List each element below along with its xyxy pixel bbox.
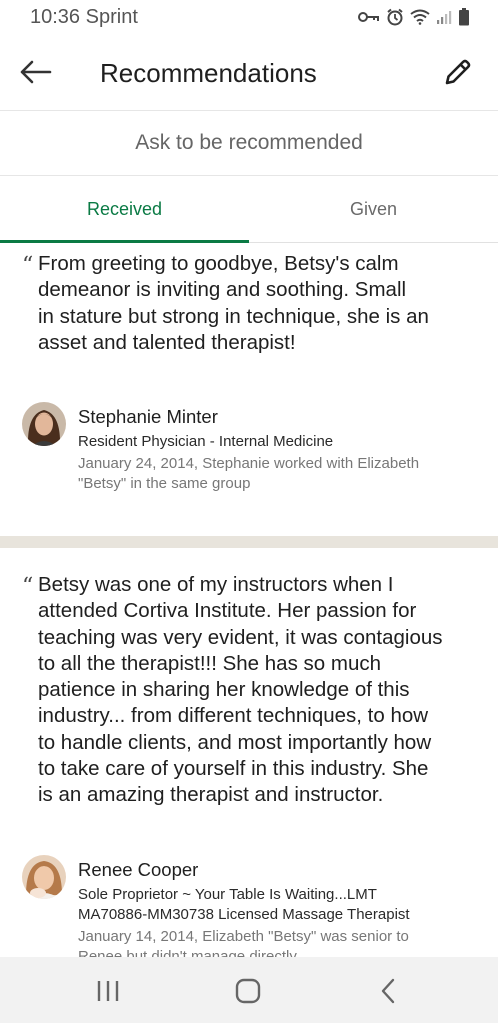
system-nav-bar	[0, 957, 498, 1023]
recommender-name: Renee Cooper	[78, 859, 199, 880]
recommendation-date: January 24, 2014, Stephanie worked with …	[78, 455, 420, 492]
recent-apps-icon	[97, 981, 119, 1001]
back-icon	[381, 978, 395, 1004]
quote-icon: “	[22, 253, 34, 278]
arrow-left-icon	[20, 60, 52, 84]
app-bar: Recommendations	[0, 36, 498, 111]
recommendation-card: “ From greeting to goodbye, Betsy's calm…	[0, 243, 498, 536]
tab-given[interactable]: Given	[249, 176, 498, 242]
tab-received[interactable]: Received	[0, 176, 249, 242]
recent-apps-button[interactable]	[86, 971, 130, 1011]
alarm-icon	[386, 8, 404, 26]
home-button[interactable]	[226, 971, 270, 1011]
ask-label: Ask to be recommended	[135, 131, 363, 154]
clock: 10:36	[30, 6, 81, 28]
recommender-headline: Resident Physician - Internal Medicine	[78, 433, 334, 450]
edit-button[interactable]	[438, 52, 478, 92]
pencil-icon	[445, 59, 471, 85]
divider	[0, 536, 498, 548]
recommender-info[interactable]: Renee Cooper Sole Proprietor ~ Your Tabl…	[78, 858, 478, 967]
avatar[interactable]	[22, 402, 66, 446]
recommender-headline: Sole Proprietor ~ Your Table Is Waiting.…	[78, 886, 410, 923]
page-title: Recommendations	[100, 58, 317, 88]
recommendation-card: “ Betsy was one of my instructors when I…	[0, 548, 498, 965]
avatar[interactable]	[22, 855, 66, 899]
status-time: 10:36 Sprint	[30, 6, 138, 29]
quote-icon: “	[22, 574, 34, 599]
status-bar: 10:36 Sprint	[0, 0, 498, 36]
signal-icon	[436, 9, 452, 25]
recommendation-text: Betsy was one of my instructors when I a…	[38, 573, 443, 807]
carrier: Sprint	[85, 6, 138, 28]
recommender-info[interactable]: Stephanie Minter Resident Physician - In…	[78, 405, 478, 494]
nav-back-button[interactable]	[366, 971, 410, 1011]
recommendation-text: From greeting to goodbye, Betsy's calm d…	[38, 252, 429, 354]
status-icons	[358, 8, 470, 26]
recommender-name: Stephanie Minter	[78, 406, 218, 427]
wifi-icon	[410, 9, 430, 25]
home-icon	[235, 978, 261, 1004]
ask-to-be-recommended-button[interactable]: Ask to be recommended	[0, 111, 498, 176]
tab-bar: Received Given	[0, 176, 498, 243]
battery-icon	[458, 8, 470, 26]
key-icon	[358, 10, 380, 24]
back-button[interactable]	[14, 52, 58, 92]
